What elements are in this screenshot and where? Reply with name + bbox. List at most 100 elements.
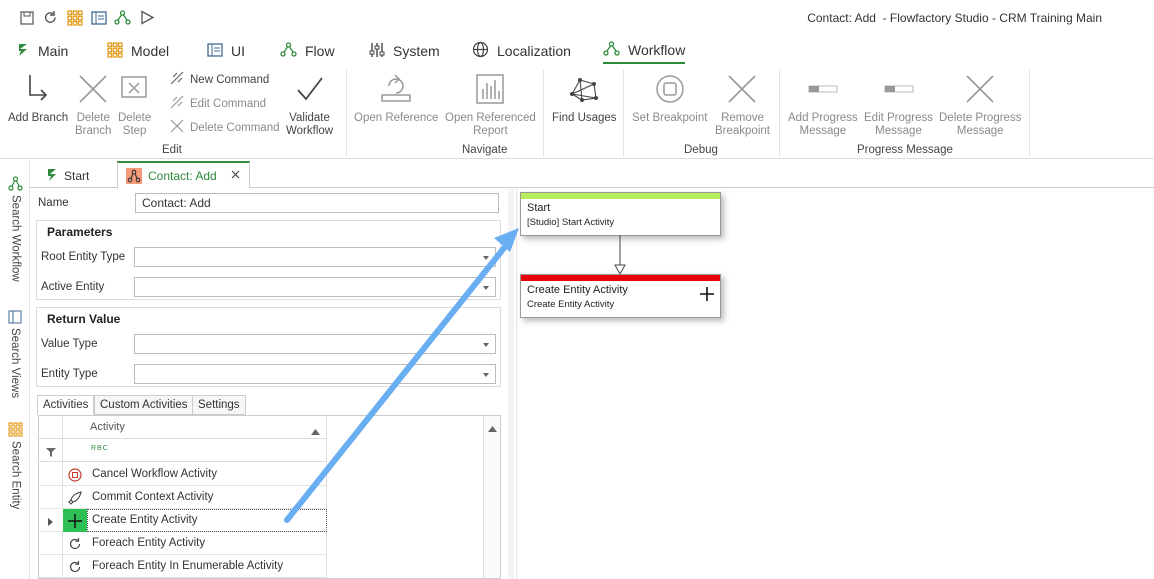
- search-workflow-tab[interactable]: Search Workflow: [8, 176, 23, 282]
- workflow-icon: [603, 40, 620, 60]
- ribbon-separator: [623, 70, 624, 156]
- active-entity-select[interactable]: [134, 277, 496, 297]
- tab-model[interactable]: Model: [107, 38, 169, 64]
- value-type-select[interactable]: [134, 334, 496, 354]
- list-item-selected[interactable]: Create Entity Activity: [39, 509, 327, 532]
- list-item[interactable]: Cancel Workflow Activity: [39, 463, 327, 486]
- open-referenced-report-button[interactable]: Open Referenced Report: [445, 70, 536, 138]
- run-icon[interactable]: [139, 9, 156, 26]
- tab-ui[interactable]: UI: [207, 38, 245, 64]
- group-progress-message: Progress Message: [857, 144, 953, 156]
- active-entity-label: Active Entity: [41, 281, 105, 293]
- sort-up-icon: [311, 424, 320, 438]
- branch-icon: [22, 70, 54, 108]
- set-breakpoint-button[interactable]: Set Breakpoint: [632, 70, 707, 125]
- close-icon: [77, 70, 109, 108]
- tab-localization[interactable]: Localization: [472, 38, 571, 64]
- node-subtitle: [Studio] Start Activity: [527, 217, 615, 228]
- flow-icon: [280, 41, 297, 61]
- scrollbar[interactable]: [483, 416, 500, 578]
- flow-icon[interactable]: [114, 9, 131, 26]
- delete-branch-button[interactable]: Delete Branch: [75, 70, 111, 138]
- tab-label: Localization: [497, 43, 571, 59]
- window-title: Contact: Add - Flowfactory Studio - CRM …: [807, 11, 1102, 25]
- button-label: Delete Command: [190, 121, 280, 134]
- doc-tab-start[interactable]: Start: [38, 164, 97, 188]
- plus-icon: [63, 509, 87, 532]
- add-branch-button[interactable]: Add Branch: [8, 70, 68, 125]
- filter-icon[interactable]: [46, 446, 56, 460]
- validate-workflow-button[interactable]: Validate Workflow: [286, 70, 333, 138]
- tab-settings[interactable]: Settings: [192, 395, 246, 415]
- button-label: Delete Step: [118, 112, 152, 137]
- activity-name: Cancel Workflow Activity: [92, 468, 218, 480]
- workflow-node-start[interactable]: Start [Studio] Start Activity: [520, 192, 721, 236]
- loop-icon: [63, 532, 87, 555]
- edit-command-button[interactable]: Edit Command: [170, 95, 266, 112]
- panel-splitter[interactable]: [508, 189, 514, 579]
- node-title: Create Entity Activity: [527, 284, 628, 296]
- close-icon[interactable]: [231, 168, 240, 182]
- tab-workflow[interactable]: Workflow: [603, 38, 686, 64]
- remove-breakpoint-button[interactable]: Remove Breakpoint: [715, 70, 770, 138]
- button-label: Open Referenced Report: [445, 112, 536, 137]
- delete-command-button[interactable]: Delete Command: [170, 119, 279, 136]
- workflow-canvas[interactable]: Start [Studio] Start Activity Create Ent…: [516, 189, 1154, 579]
- grid-icon[interactable]: [66, 9, 83, 26]
- activity-column-header[interactable]: Activity: [90, 421, 125, 433]
- group-debug: Debug: [684, 144, 718, 156]
- progress-icon: [807, 70, 839, 108]
- list-item[interactable]: Commit Context Activity: [39, 486, 327, 509]
- tab-strip-line: [250, 187, 1154, 188]
- delete-progress-message-button[interactable]: Delete Progress Message: [939, 70, 1021, 138]
- delete-step-button[interactable]: Delete Step: [118, 70, 151, 138]
- button-label: Edit Command: [190, 97, 267, 110]
- refresh-icon[interactable]: [42, 9, 59, 26]
- save-icon[interactable]: [18, 9, 35, 26]
- tab-custom-activities[interactable]: Custom Activities: [94, 395, 194, 415]
- group-edit: Edit: [162, 144, 182, 156]
- parameters-header: Parameters: [36, 220, 501, 242]
- search-entity-tab[interactable]: Search Entity: [8, 422, 23, 509]
- list-item[interactable]: Foreach Entity In Enumerable Activity: [39, 555, 327, 578]
- system-icon: [369, 42, 385, 61]
- globe-icon: [472, 41, 489, 61]
- workflow-node-create-entity[interactable]: Create Entity Activity Create Entity Act…: [520, 274, 721, 318]
- close-icon: [964, 70, 996, 108]
- close-icon: [170, 119, 184, 136]
- cancel-icon: [63, 463, 87, 486]
- scroll-up-icon[interactable]: [488, 421, 497, 435]
- view-icon[interactable]: [90, 9, 107, 26]
- name-field[interactable]: Contact: Add: [135, 193, 499, 213]
- doc-tab-contact-add[interactable]: Contact: Add: [117, 161, 250, 188]
- add-progress-message-button[interactable]: Add Progress Message: [788, 70, 858, 138]
- tab-activities[interactable]: Activities: [37, 395, 95, 415]
- search-views-tab[interactable]: Search Views: [8, 310, 22, 398]
- tab-strip-line: [30, 187, 117, 188]
- root-entity-type-select[interactable]: [134, 247, 496, 267]
- button-label: Delete Branch: [75, 112, 112, 137]
- text-filter-icon[interactable]: R B C: [91, 445, 108, 452]
- properties-panel: Name Contact: Add Parameters Root Entity…: [33, 189, 504, 579]
- tab-flow[interactable]: Flow: [280, 38, 335, 64]
- check-icon: [294, 70, 326, 108]
- activities-grid: Activity R B C Cancel Workflow Activity …: [38, 415, 501, 579]
- breakpoint-icon: [654, 70, 686, 108]
- entity-type-select[interactable]: [134, 364, 496, 384]
- open-reference-icon: [380, 70, 412, 108]
- new-command-button[interactable]: New Command: [170, 71, 269, 88]
- ribbon: Add Branch Delete Branch Delete Step New…: [0, 64, 1154, 159]
- entity-type-label: Entity Type: [41, 368, 98, 380]
- title-bar: Contact: Add - Flowfactory Studio - CRM …: [0, 0, 1154, 36]
- value-type-label: Value Type: [41, 338, 98, 350]
- open-reference-button[interactable]: Open Reference: [354, 70, 438, 125]
- button-label: Validate Workflow: [286, 112, 334, 137]
- find-usages-button[interactable]: Find Usages: [552, 70, 617, 125]
- list-item[interactable]: Foreach Entity Activity: [39, 532, 327, 555]
- tab-system[interactable]: System: [369, 38, 440, 64]
- edit-progress-message-button[interactable]: Edit Progress Message: [864, 70, 933, 138]
- tab-main[interactable]: Main: [16, 38, 68, 64]
- main-icon: [46, 168, 58, 185]
- button-label: Edit Progress Message: [864, 112, 934, 137]
- side-panel: Search Workflow Search Views Search Enti…: [0, 160, 30, 579]
